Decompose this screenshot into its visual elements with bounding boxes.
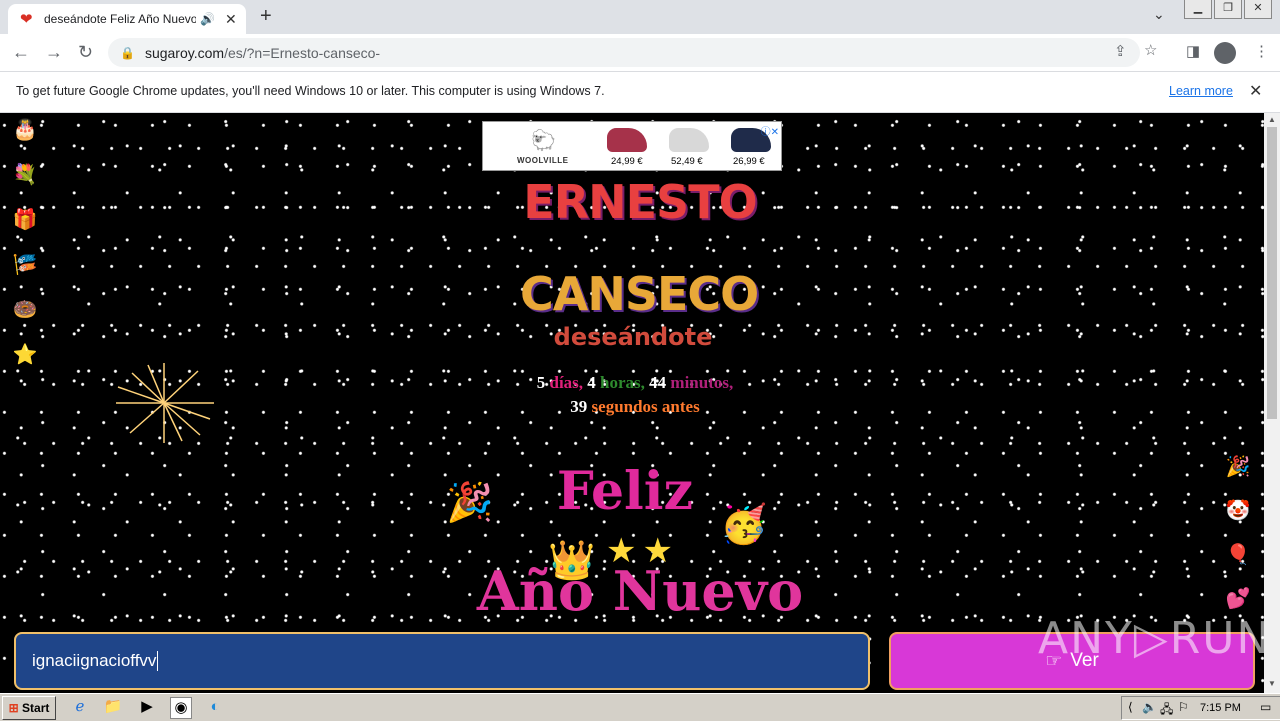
forward-icon[interactable]: → [45,42,63,63]
network-icon[interactable]: 🖧 [1160,700,1173,721]
show-desktop-icon[interactable]: ▭ [1260,700,1271,714]
right-emoji-bar: 🎉 🤡 🎈 💕 [1224,453,1252,629]
tab-strip: ❤ deseándote Feliz Año Nuevo 20 🔊 ✕ + ⌄ … [0,0,1280,34]
learn-more-link[interactable]: Learn more [1169,84,1233,98]
start-label: Start [22,701,50,715]
new-tab-button[interactable]: + [260,5,272,28]
media-player-icon[interactable]: ▶ [137,697,157,717]
infobar-message: To get future Google Chrome updates, you… [16,84,605,98]
lock-icon[interactable]: 🔒 [120,46,135,60]
flag-icon[interactable]: ⚐ [1178,700,1189,714]
update-infobar: To get future Google Chrome updates, you… [0,72,1280,113]
browser-toolbar: ← → ↻ 🔒 sugaroy.com/es/?n=Ernesto-cansec… [0,34,1280,72]
name-input[interactable]: ignaciignacioffvv [14,632,870,690]
tab-title: deseándote Feliz Año Nuevo 20 [44,12,196,26]
slipper-image[interactable] [607,128,647,152]
anio-nuevo-text: Año Nuevo [476,559,804,623]
profile-avatar[interactable] [1214,42,1236,64]
firework-burst [116,363,214,443]
last-name-title: CANSECO [520,267,759,321]
reload-icon[interactable]: ↻ [78,42,93,63]
scroll-up-icon[interactable]: ▲ [1268,115,1276,124]
speaker-icon[interactable]: 🔊 [200,12,215,26]
slipper-image[interactable] [669,128,709,152]
tray-expand-icon[interactable]: ⟨ [1128,700,1133,714]
bunting-icon[interactable]: 🎏 [12,252,38,278]
restore-button[interactable]: ❐ [1214,0,1242,19]
donut-icon[interactable]: 🍩 [12,297,38,323]
anyrun-watermark: ANY▷RUN [1038,613,1264,664]
seconds-value: 39 [570,397,588,416]
minimize-button[interactable]: ▁ [1184,0,1212,19]
edge-icon[interactable]: ◐ [205,697,225,717]
minutes-value: 44 [649,373,667,392]
party-popper-icon: 🎉 [446,482,494,524]
explorer-folder-icon[interactable]: 📁 [103,697,123,717]
scroll-thumb[interactable] [1267,127,1277,419]
ad-price: 26,99 € [733,156,765,167]
volume-icon[interactable]: 🔈 [1142,700,1157,714]
url-host: sugaroy.com [144,44,225,61]
star-icon[interactable]: ⭐ [12,342,38,368]
wishing-text: deseándote [553,323,713,351]
gift-icon[interactable]: 🎁 [12,207,38,233]
ad-close-icon[interactable]: ⓘ✕ [761,123,779,138]
browser-tab[interactable]: ❤ deseándote Feliz Año Nuevo 20 🔊 ✕ [8,4,246,34]
clown-icon[interactable]: 🤡 [1224,497,1252,525]
bookmark-star-icon[interactable]: ☆ [1144,41,1157,59]
window-controls: ▁ ❐ ✕ [1182,0,1272,19]
hearts-icon[interactable]: 💕 [1224,585,1252,613]
sheep-logo-icon: 🐑 [531,130,556,152]
countdown: 5 días, 4 horas, 44 minutos, 39 segundos… [470,371,800,419]
vertical-scrollbar[interactable]: ▲ ▼ [1264,113,1280,693]
address-bar[interactable]: 🔒 sugaroy.com/es/?n=Ernesto-canseco- ⇪ ☆ [108,38,1157,67]
back-icon[interactable]: ← [12,42,30,63]
clock[interactable]: 7:15 PM [1200,702,1241,714]
hours-label: horas, [600,373,645,392]
text-caret [157,651,159,671]
windows-taskbar: ⊞ Start ℯ 📁 ▶ ◉ ◐ ⟨ 🔈 🖧 ⚐ 7:15 PM ▭ [0,693,1280,721]
chrome-icon[interactable]: ◉ [170,697,192,719]
days-value: 5 [536,373,546,392]
side-panel-icon[interactable]: ◨ [1186,42,1200,60]
ad-price: 24,99 € [611,156,643,167]
ad-price: 52,49 € [671,156,703,167]
days-label: días, [549,373,584,392]
name-input-value[interactable]: ignaciignacioffvv [32,651,156,671]
minutes-label: minutos, [670,373,734,392]
share-icon[interactable]: ⇪ [1114,42,1127,60]
cake-icon[interactable]: 🎂 [12,117,38,143]
hours-value: 4 [587,373,596,392]
ie-icon[interactable]: ℯ [70,697,90,717]
system-tray: ⟨ 🔈 🖧 ⚐ 7:15 PM ▭ [1121,696,1280,720]
feliz-text: Feliz [556,461,694,522]
flowers-icon[interactable]: 💐 [12,162,38,188]
heart-favicon-icon: ❤ [20,11,33,28]
close-window-button[interactable]: ✕ [1244,0,1272,19]
left-emoji-bar: 🎂 💐 🎁 🎏 🍩 ⭐ [12,117,38,387]
url-text: sugaroy.com/es/?n=Ernesto-canseco- [145,45,380,61]
windows-logo-icon: ⊞ [8,701,19,715]
url-path: /es/?n=Ernesto-canseco- [224,44,381,61]
page-viewport: 🎂 💐 🎁 🎏 🍩 ⭐ 🐑 WOOLVILLE 24,99 € 52,49 € … [0,113,1264,693]
tab-search-icon[interactable]: ⌄ [1153,6,1165,23]
ad-brand: WOOLVILLE [517,156,569,165]
scroll-down-icon[interactable]: ▼ [1268,679,1276,688]
close-infobar-icon[interactable]: ✕ [1249,81,1262,101]
menu-kebab-icon[interactable]: ⋮ [1254,42,1269,60]
first-name-title: ERNESTO [523,175,757,229]
party-hat-icon: 🥳 [720,504,768,546]
seconds-label: segundos antes [591,397,700,416]
close-tab-icon[interactable]: ✕ [225,11,237,28]
party-popper-icon[interactable]: 🎉 [1224,453,1252,481]
start-button[interactable]: ⊞ Start [2,696,56,720]
ad-banner[interactable]: 🐑 WOOLVILLE 24,99 € 52,49 € 26,99 € ⓘ✕ [482,121,782,171]
balloons-icon[interactable]: 🎈 [1224,541,1252,569]
